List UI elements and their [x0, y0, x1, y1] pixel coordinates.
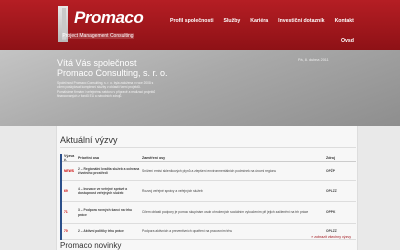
main-content: Aktuální výzvy Výzva č. Prioritní osa Za…	[56, 126, 358, 250]
header-source: Zdroj	[326, 155, 335, 160]
cell-call-id: 69	[64, 188, 68, 193]
cell-focus: Podpora aktivních a preventivních opatře…	[142, 229, 233, 234]
header: Promaco Project Management Consulting Pr…	[0, 0, 400, 50]
nav-item-profile[interactable]: Profil společnosti	[170, 18, 214, 24]
hero-banner: Vítá Vás společnost Promaco Consulting, …	[0, 50, 400, 126]
nav-item-secondary[interactable]: Ovsd	[341, 38, 354, 44]
logo-name: Promaco	[74, 8, 144, 27]
nav-item-contact[interactable]: Kontakt	[335, 18, 354, 24]
hero-title: Vítá Vás společnost Promaco Consulting, …	[57, 58, 168, 79]
table-row[interactable]: 69 4 – Inovace ve veřejné správě a dostu…	[62, 181, 356, 202]
cell-source: OPLZZ	[326, 188, 337, 193]
table-row[interactable]: NEWS 2 – Regionální kvalita služeb a och…	[62, 162, 356, 181]
cell-priority: 3 – Podpora rovných šancí na trhu práce	[78, 208, 133, 217]
news-section-title: Promaco novinky	[60, 241, 122, 250]
cell-priority: 2 – Aktivní politiky trhu práce	[78, 229, 124, 234]
header-call-id: Výzva č.	[64, 153, 75, 162]
table-header: Výzva č. Prioritní osa Zaměření osy Zdro…	[62, 154, 356, 162]
nav-item-questionnaire[interactable]: Investiční dotazník	[278, 18, 324, 24]
cell-priority: 4 – Inovace ve veřejné správě a dostupno…	[78, 186, 128, 195]
hero-text: Společnost Promaco Consulting, s. r. o. …	[57, 81, 156, 98]
cell-call-id: NEWS	[64, 168, 74, 173]
header-priority: Prioritní osa	[78, 155, 99, 160]
cell-call-id: 71	[64, 210, 68, 215]
logo[interactable]: Promaco Project Management Consulting	[58, 6, 144, 42]
section-title: Aktuální výzvy	[60, 135, 118, 145]
cell-source: OPPK	[326, 210, 336, 215]
cell-focus: Snížení emisí skleníkových plynů a zlepš…	[142, 168, 277, 173]
current-date: Pá, 8. dubna 2011	[298, 58, 329, 62]
hero-title-line2: Promaco Consulting, s. r. o.	[57, 67, 168, 78]
nav-item-career[interactable]: Kariéra	[250, 18, 268, 24]
cell-focus: Cílem oblasti podpory je pomoc skupinám …	[142, 210, 309, 215]
main-nav: Profil společnosti Služby Kariéra Invest…	[170, 18, 400, 24]
cell-call-id: 70	[64, 229, 68, 234]
cell-focus: Rozvoj veřejné správy a veřejných služeb	[142, 188, 203, 193]
logo-tagline: Project Management Consulting	[62, 33, 134, 39]
header-focus: Zaměření osy	[142, 155, 166, 160]
cell-source: OPŽP	[326, 168, 335, 173]
table-row[interactable]: 71 3 – Podpora rovných šancí na trhu prá…	[62, 202, 356, 224]
all-calls-link[interactable]: » zobrazit všechny výzvy	[311, 235, 351, 239]
calls-table: Výzva č. Prioritní osa Zaměření osy Zdro…	[60, 154, 356, 240]
cell-priority: 2 – Regionální kvalita služeb a ochrana …	[78, 166, 140, 175]
nav-item-services[interactable]: Služby	[224, 18, 241, 24]
cell-source: OPLZZ	[326, 229, 337, 234]
section-divider	[60, 147, 356, 148]
